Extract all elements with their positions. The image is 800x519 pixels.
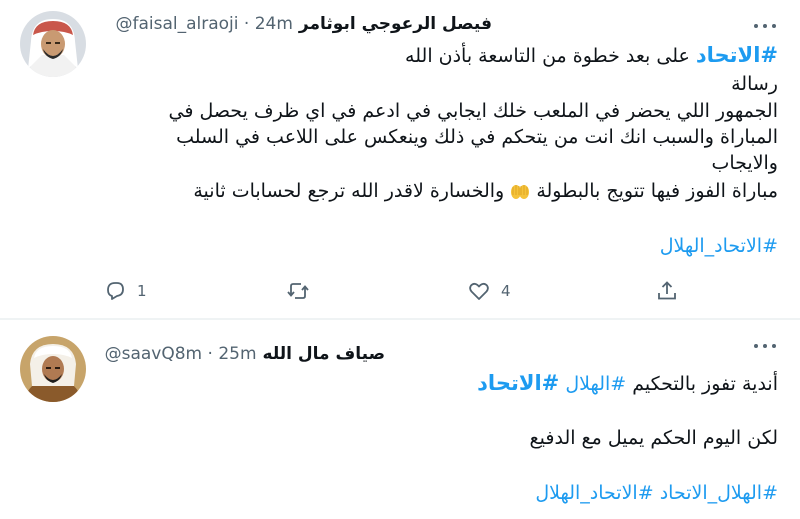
tweet-text-line: لكن اليوم الحكم يميل مع الدفيع [529, 427, 778, 449]
tweet-meta: @saavQ8m · 25m [105, 344, 257, 364]
avatar-image [20, 336, 86, 402]
tweet-text-line: والايجاب [711, 152, 778, 174]
tweet-card[interactable]: صياف مال الله @saavQ8m · 25m أندية تفوز … [0, 320, 800, 519]
tweet-text-line: المباراة والسبب انك انت من يتحكم في ذلك … [176, 126, 778, 148]
reply-button[interactable]: 1 [103, 278, 147, 304]
tweet-text-line: #الاتحاد_الهلال [660, 235, 778, 258]
timestamp[interactable]: 24m [255, 14, 293, 34]
display-name[interactable]: صياف مال الله [263, 344, 385, 364]
handle[interactable]: @saavQ8m [105, 344, 203, 364]
retweet-icon [287, 283, 309, 299]
tweet-meta: @faisal_alraoji · 24m [115, 14, 292, 34]
like-count: 4 [501, 282, 511, 300]
tweet-text-line: الجمهور اللي يحضر في الملعب خلك ايجابي ف… [168, 100, 778, 122]
share-button[interactable] [655, 278, 679, 304]
meta-dot: · [243, 14, 250, 34]
avatar[interactable] [20, 336, 86, 402]
more-dots-icon[interactable] [754, 21, 776, 31]
retweet-button[interactable] [286, 278, 310, 304]
avatar-image [20, 11, 86, 77]
hashtag-link[interactable]: #الهلال [565, 373, 626, 395]
hashtag-link[interactable]: #الاتحاد_الهلال [660, 235, 778, 257]
more-dots-icon[interactable] [754, 341, 776, 351]
tweet-text-line: مباراة الفوز فيها تتويج بالبطولة والخسار… [193, 180, 778, 203]
reply-icon [107, 282, 124, 300]
hashtag-link[interactable]: #الاتحاد [696, 43, 778, 67]
hashtag-link[interactable]: #الاتحاد_الهلال [535, 482, 653, 504]
raising-hands-emoji-icon [510, 182, 530, 200]
tweet-text: أندية تفوز بالتحكيم [632, 373, 778, 395]
display-name[interactable]: فيصل الرعوجي ابوثامر [299, 14, 492, 34]
meta-dot: · [207, 344, 213, 364]
tweet-text-line: رسالة [731, 73, 778, 95]
tweet-text-line: #الهلال_الاتحاد #الاتحاد_الهلال [535, 482, 778, 505]
tweet-text: على بعد خطوة من التاسعة بأذن الله [405, 45, 690, 67]
tweet-actions: 1 4 [0, 278, 800, 304]
avatar[interactable] [20, 11, 86, 77]
timestamp[interactable]: 25m [218, 344, 256, 364]
like-icon [469, 282, 489, 300]
hashtag-link[interactable]: #الهلال_الاتحاد [660, 482, 778, 504]
hashtag-link[interactable]: #الاتحاد [477, 371, 559, 395]
handle[interactable]: @faisal_alraoji [115, 14, 238, 34]
tweet-text-line: #الاتحاد على بعد خطوة من التاسعة بأذن ال… [405, 44, 778, 68]
like-button[interactable]: 4 [467, 278, 511, 304]
tweet-card[interactable]: فيصل الرعوجي ابوثامر @faisal_alraoji · 2… [0, 0, 800, 318]
tweet-text: مباراة الفوز فيها تتويج بالبطولة [536, 180, 778, 202]
tweet-header: صياف مال الله @saavQ8m · 25m [105, 340, 385, 368]
reply-count: 1 [137, 282, 147, 300]
tweet-text-line: أندية تفوز بالتحكيم #الهلال #الاتحاد [477, 372, 778, 396]
share-icon [658, 281, 676, 300]
tweet-text: والخسارة لاقدر الله ترجع لحسابات ثانية [193, 180, 505, 202]
tweet-header: فيصل الرعوجي ابوثامر @faisal_alraoji · 2… [115, 10, 492, 38]
